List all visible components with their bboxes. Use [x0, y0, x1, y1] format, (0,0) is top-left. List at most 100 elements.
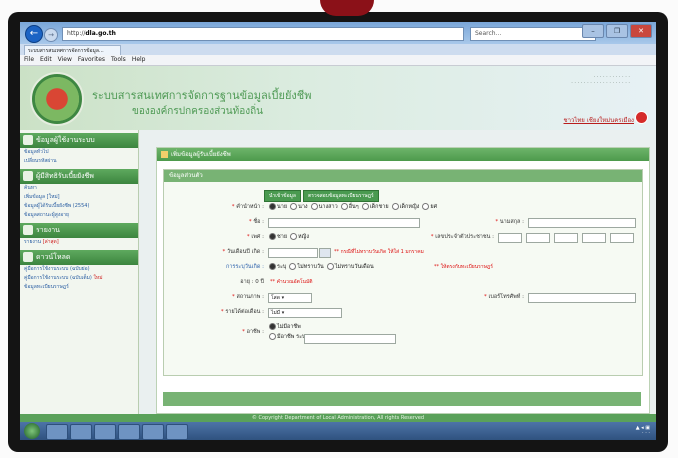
taskbar-document-icon[interactable]: [166, 424, 188, 440]
menu-help[interactable]: Help: [132, 55, 146, 65]
surname-label: นามสกุล :: [499, 219, 524, 225]
back-button[interactable]: ←: [25, 25, 43, 43]
radio-button[interactable]: [422, 203, 430, 210]
radio-option[interactable]: ไม่ทราบวันเดือน: [324, 263, 374, 270]
start-button[interactable]: [24, 423, 40, 439]
sidebar-section-title: ผู้มีสิทธิรับเบี้ยยังชีพ: [36, 172, 94, 180]
address-domain: dla.go.th: [85, 30, 116, 37]
idcard-input-5[interactable]: [610, 233, 634, 243]
section-icon: [23, 171, 33, 181]
radio-button[interactable]: [290, 233, 298, 240]
sidebar-item[interactable]: ค้นหา: [20, 184, 138, 193]
import-button[interactable]: นำเข้าข้อมูล: [264, 190, 301, 202]
maximize-button[interactable]: ❐: [606, 24, 628, 38]
radio-button[interactable]: [290, 203, 298, 210]
radio-option[interactable]: ระบุ: [266, 263, 287, 270]
radio-option[interactable]: นางสาว: [308, 203, 338, 210]
address-bar[interactable]: http://dla.go.th: [62, 27, 464, 41]
radio-label: ไม่ทราบวันเดือน: [334, 264, 374, 270]
sidebar-item[interactable]: คู่มือการใช้งานระบบ (ฉบับย่อ): [20, 265, 138, 274]
sidebar-item[interactable]: คู่มือการใช้งานระบบ (ฉบับเต็ม) ใหม่: [20, 274, 138, 283]
radio-option[interactable]: เด็กหญิง: [389, 203, 420, 210]
radio-button[interactable]: [269, 203, 276, 210]
main-heading: เพิ่มข้อมูลผู้รับเบี้ยยังชีพ: [157, 148, 649, 161]
taskbar-media-icon[interactable]: [94, 424, 116, 440]
sidebar-item[interactable]: ข้อมูลทะเบียนราษฎร์: [20, 283, 138, 292]
status-select[interactable]: โสด ▾: [268, 293, 312, 303]
minimize-button[interactable]: –: [582, 24, 604, 38]
radio-button[interactable]: [310, 203, 318, 210]
radio-button[interactable]: [269, 323, 276, 330]
sidebar-item[interactable]: รายงาน [ล่าสุด]: [20, 238, 138, 247]
taskbar-ie-icon[interactable]: [46, 424, 68, 440]
forward-button[interactable]: →: [44, 28, 58, 42]
idcard-input-2[interactable]: [526, 233, 550, 243]
radio-button[interactable]: [391, 203, 399, 210]
check-registry-button[interactable]: ตรวจสอบข้อมูลทะเบียนราษฎร์: [302, 190, 379, 202]
radio-label: ระบุ: [277, 264, 287, 270]
birth-note: ** กรณีที่ไม่ทราบวันเกิด ให้ใส่ 1 มกราคม: [334, 249, 424, 255]
menu-tools[interactable]: Tools: [111, 55, 126, 65]
sidebar-section-header: ผู้มีสิทธิรับเบี้ยยังชีพ: [20, 169, 138, 184]
sidebar-item[interactable]: ข้อมูลผู้ได้รับเบี้ยยังชีพ (2554): [20, 202, 138, 211]
birthtype-note: ** ให้ตรงกับทะเบียนราษฎร์: [434, 264, 493, 270]
radio-option[interactable]: ไม่ทราบวัน: [286, 263, 324, 270]
menu-favorites[interactable]: Favorites: [78, 55, 105, 65]
radio-option[interactable]: หญิง: [287, 233, 309, 240]
screen: ← → http://dla.go.th Search... – ❐ ✕ ระบ…: [20, 22, 656, 440]
job-input[interactable]: [304, 334, 396, 344]
sidebar-item-label: เปลี่ยนรหัสผ่าน: [24, 158, 57, 164]
menu-view[interactable]: View: [58, 55, 72, 65]
page-footer: © Copyright Department of Local Administ…: [20, 414, 656, 422]
status-row: * สถานภาพ : โสด ▾ * เบอร์โทรศัพท์ :: [164, 292, 644, 303]
name-input[interactable]: [268, 218, 420, 228]
radio-button[interactable]: [269, 263, 276, 270]
radio-option[interactable]: ยศ: [419, 203, 438, 210]
taskbar-app-icon[interactable]: [142, 424, 164, 440]
section-icon: [23, 135, 33, 145]
search-box[interactable]: Search...: [470, 27, 596, 41]
sidebar-section-title: ดาวน์โหลด: [36, 253, 71, 261]
idcard-input-4[interactable]: [582, 233, 606, 243]
radio-button[interactable]: [361, 203, 369, 210]
taskbar-folder-icon[interactable]: [70, 424, 92, 440]
radio-option[interactable]: เด็กชาย: [359, 203, 389, 210]
radio-label: นาย: [277, 204, 288, 210]
user-link[interactable]: ชาวไทย เชียงใหม่นครเมือง: [564, 115, 635, 125]
sidebar-item[interactable]: เพิ่มข้อมูล [ใหม่]: [20, 193, 138, 202]
radio-button[interactable]: [269, 233, 276, 240]
sidebar-item[interactable]: ข้อมูลสถานะผู้สูงอายุ: [20, 211, 138, 220]
title-row: * คำนำหน้า : นาย นาง นางสาว อื่นๆ เด็กชาย เด็…: [231, 203, 438, 210]
radio-label: เด็กหญิง: [399, 204, 420, 210]
address-prefix: http://: [67, 30, 86, 37]
menu-file[interactable]: File: [24, 55, 34, 65]
menu-edit[interactable]: Edit: [40, 55, 52, 65]
surname-input[interactable]: [528, 218, 636, 228]
close-button[interactable]: ✕: [630, 24, 652, 38]
phone-input[interactable]: [528, 293, 636, 303]
taskbar-chrome-icon[interactable]: [118, 424, 140, 440]
idcard-input-1[interactable]: [498, 233, 522, 243]
radio-label: ยศ: [430, 204, 438, 210]
radio-button[interactable]: [340, 203, 348, 210]
radio-button[interactable]: [269, 333, 276, 340]
radio-option[interactable]: มีอาชีพ ระบุ: [266, 333, 306, 340]
radio-option[interactable]: อื่นๆ: [338, 203, 359, 210]
radio-button[interactable]: [326, 263, 334, 270]
income-select[interactable]: ไม่มี ▾: [268, 308, 342, 318]
job-options: ไม่มีอาชีพมีอาชีพ ระบุ: [266, 322, 306, 342]
idcard-label: เลขประจำตัวประชาชน :: [435, 234, 494, 240]
sidebar-item-label: ค้นหา: [24, 185, 37, 191]
birthdate-input[interactable]: [268, 248, 318, 258]
sidebar-item-label: ข้อมูลทะเบียนราษฎร์: [24, 284, 69, 290]
radio-option[interactable]: นาง: [287, 203, 308, 210]
idcard-input-3[interactable]: [554, 233, 578, 243]
radio-option[interactable]: ชาย: [266, 233, 287, 240]
logout-icon[interactable]: [635, 111, 648, 124]
sidebar-item[interactable]: ข้อมูลทั่วไป: [20, 148, 138, 157]
radio-button[interactable]: [289, 263, 297, 270]
calendar-icon[interactable]: [319, 248, 331, 258]
sidebar-item[interactable]: เปลี่ยนรหัสผ่าน: [20, 157, 138, 166]
radio-option[interactable]: นาย: [266, 203, 288, 210]
radio-option[interactable]: ไม่มีอาชีพ: [266, 323, 301, 330]
